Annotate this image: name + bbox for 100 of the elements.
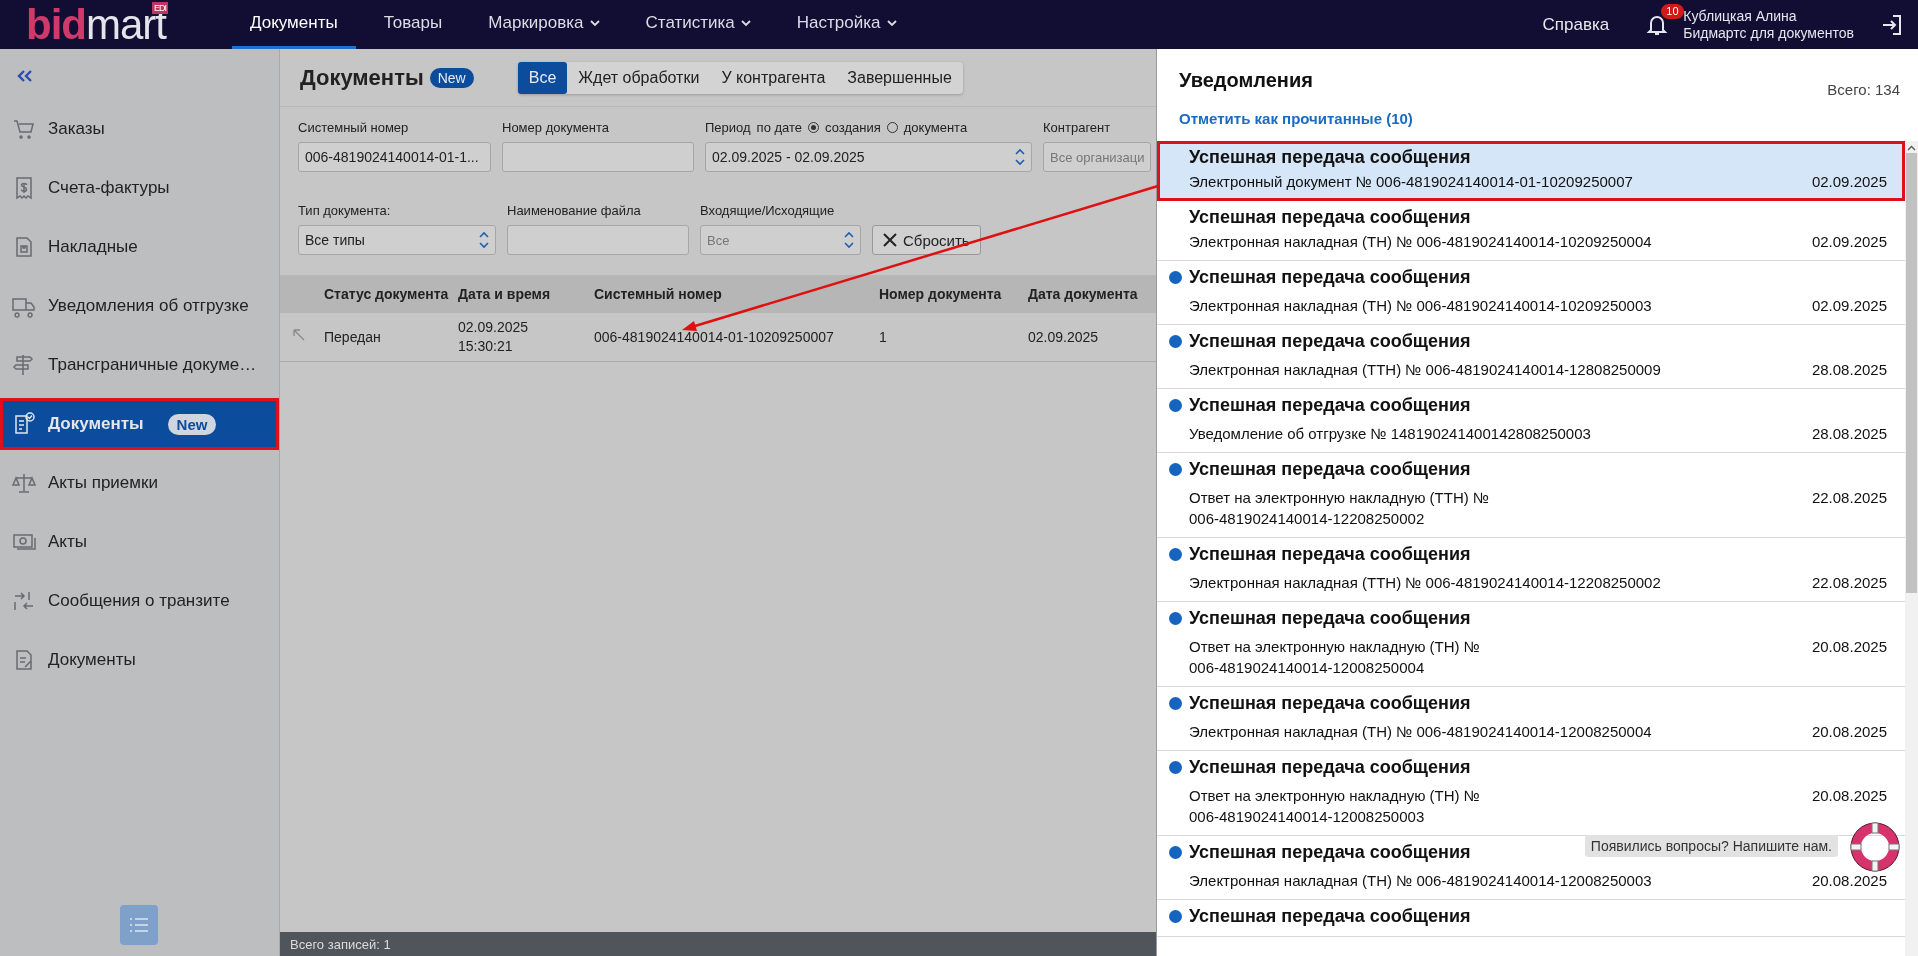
logo-badge: EDI [152,2,168,14]
notification-date: 22.08.2025 [1811,573,1887,593]
notification-title: Успешная передача сообщения [1189,458,1471,481]
notification-title: Успешная передача сообщения [1189,692,1471,715]
notification-title: Успешная передача сообщения [1189,607,1471,630]
scrollbar-thumb[interactable] [1906,153,1917,593]
sidebar-item[interactable]: Сообщения о транзите [0,575,279,627]
notification-title: Успешная передача сообщения [1189,841,1471,864]
user-name: Кублицкая Алина [1683,7,1798,25]
nav-tab[interactable]: Товары [365,0,461,49]
notification-date: 22.08.2025 [1811,488,1887,508]
mark-read-link[interactable]: Отметить как прочитанные (10) [1179,110,1413,127]
notification-date: 20.08.2025 [1811,871,1887,891]
nav-tab[interactable]: Настройка [778,0,915,49]
notification-title: Успешная передача сообщения [1189,266,1471,289]
page-title: Документы [300,64,424,91]
notification-title: Успешная передача сообщения [1189,206,1471,229]
field-label: Входящие/Исходящие [700,202,836,219]
input-field[interactable] [507,225,689,255]
field-label: Системный номер [298,119,410,136]
notification-title: Успешная передача сообщения [1189,905,1471,928]
field-label: Номер документа [502,119,610,136]
sidebar-item[interactable]: Трансграничные докуме… [0,339,279,391]
sidebar-item[interactable]: Акты приемки [0,457,279,509]
document-check-icon [12,412,36,436]
transfer-icon [12,589,36,613]
total-count: Всего: 134 [1827,81,1900,98]
sidebar-item[interactable]: Уведомления об отгрузке [0,280,279,332]
date-range-field[interactable]: 02.09.2025 - 02.09.2025 [705,142,1032,172]
field-label: по дате [756,120,803,135]
table-cell: 02.09.2025 15:30:21 [454,313,590,362]
notification-text: Электронный документ № 006-4819024140014-01-10209250007 [1189,172,1634,192]
notification-item[interactable]: Успешная передача сообщения [1157,900,1905,937]
filter-tab[interactable]: Все [517,61,568,94]
table-cell: 1 [875,313,1024,362]
radio-label: создания [825,120,881,135]
radio-label: документа [903,120,968,135]
list-icon [129,917,149,933]
logout-icon[interactable] [1880,12,1904,37]
notification-item[interactable]: Успешная передача сообщения Электронная накладная (ТН) № 006-4819024140014-12008250004 20.08.2025 [1157,687,1905,751]
column-header: Номер документа [875,275,1024,313]
sidebar-item[interactable]: Заказы [0,103,279,155]
scroll-up-icon[interactable] [1907,145,1916,151]
notification-date: 28.08.2025 [1811,424,1887,444]
notification-item[interactable]: Успешная передача сообщения Электронная накладная (ТН) № 006-4819024140014-10209250004 02.09.2025 [1157,201,1905,261]
notification-title: Успешная передача сообщения [1189,543,1471,566]
notification-date: 02.09.2025 [1811,296,1887,316]
notification-item[interactable]: Успешная передача сообщения Ответ на электронную накладную (ТН) № 006-4819024140014-12008250004 20.08.2025 [1157,602,1905,687]
chevron-up-down-icon [844,231,854,249]
sidebar-item[interactable]: Документы New [0,398,279,450]
field-label: Наименование файла [507,202,642,219]
input-field[interactable]: 006-4819024140014-01-1... [298,142,491,172]
notification-title: Успешная передача сообщения [1189,330,1471,353]
notification-title: Успешная передача сообщения [1189,394,1471,417]
panel-title: Уведомления [1179,69,1313,92]
column-header: Системный номер [590,275,875,313]
notification-text: Электронная накладная (ТН) № 006-4819024140014-10209250004 [1189,232,1653,252]
notification-date: 02.09.2025 [1811,172,1887,192]
sidebar-item[interactable]: Счета-фактуры [0,162,279,214]
select-field[interactable]: Все типы [298,225,496,255]
notification-text: Электронная накладная (ТТН) № 006-4819024140014-12808250009 [1189,360,1662,380]
arrow-up-left-icon [292,327,306,342]
notification-item[interactable]: Успешная передача сообщения Уведомление об отгрузке № 148190241400142808250003 28.08.2025 [1157,389,1905,453]
sidebar-item[interactable]: Документы [0,634,279,686]
signpost-icon [12,353,36,377]
notification-text: Электронная накладная (ТН) № 006-4819024140014-12008250003 [1189,871,1653,891]
chevron-up-down-icon [1015,148,1025,166]
column-header: Дата документа [1024,275,1156,313]
reset-button[interactable]: Сбросить [872,225,981,255]
column-header: Статус документа [320,275,454,313]
scales-icon [12,471,36,495]
filter-tab[interactable]: Ждет обработки [567,61,711,94]
table-cell: Передан [320,313,454,362]
input-field[interactable] [502,142,694,172]
organization-name: Бидмартс для документов [1683,24,1854,42]
help-link[interactable]: Справка [1542,14,1610,35]
notification-item[interactable]: Успешная передача сообщения Электронная накладная (ТТН) № 006-4819024140014-12208250002 22.08.2025 [1157,538,1905,602]
nav-tab[interactable]: Маркировка [470,0,618,49]
chevron-up-down-icon [479,231,489,249]
lifebuoy-icon[interactable] [1850,822,1900,872]
record-count: Всего записей: 1 [280,932,1156,956]
notification-item[interactable]: Успешная передача сообщения Электронная накладная (ТН) № 006-4819024140014-10209250003 02.09.2025 [1157,261,1905,325]
help-tooltip: Появились вопросы? Напишите нам. [1584,835,1838,857]
filter-tab[interactable]: Завершенные [836,61,963,94]
field-label: Период [705,120,751,135]
sidebar-item[interactable]: Акты [0,516,279,568]
nav-tab[interactable]: Статистика [627,0,769,49]
field-label: Тип документа: [298,202,392,219]
notification-text: Уведомление об отгрузке № 148190241400142808250003 [1189,424,1592,444]
notification-count: 10 [1661,3,1684,19]
collapse-icon[interactable] [16,69,34,83]
sidebar-item[interactable]: Накладные [0,221,279,273]
filter-tab[interactable]: У контрагента [710,61,837,94]
notification-item[interactable]: Успешная передача сообщения Электронная накладная (ТТН) № 006-4819024140014-12808250009 28.08.2025 [1157,325,1905,389]
cart-icon [12,117,36,141]
notification-date: 20.08.2025 [1811,637,1887,657]
notification-text: Электронная накладная (ТН) № 006-4819024140014-10209250003 [1189,296,1653,316]
notification-item[interactable]: Успешная передача сообщения Ответ на электронную накладную (ТТН) № 006-4819024140014-12208250002 22.08.2025 [1157,453,1905,538]
field-label: Контрагент [1043,119,1112,136]
notification-item[interactable]: Успешная передача сообщения Электронный документ № 006-4819024140014-01-10209250007 02.09.2025 [1157,141,1905,201]
